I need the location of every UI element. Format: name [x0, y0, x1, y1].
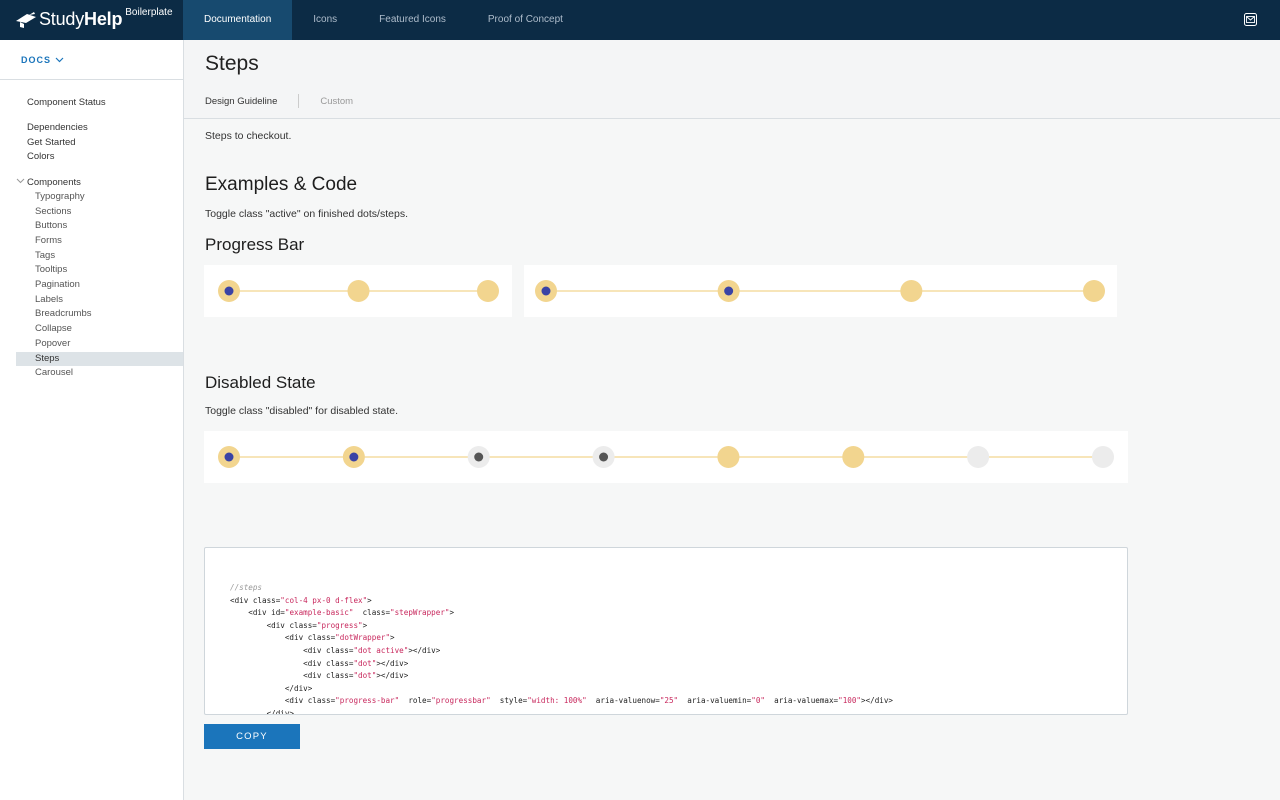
- step-dot-inactive[interactable]: [900, 280, 923, 302]
- step-dot-inactive[interactable]: [1083, 280, 1105, 302]
- sidebar-item-sections[interactable]: Sections: [35, 205, 71, 219]
- graduation-cap-icon: [16, 12, 36, 28]
- code-line: <div id="example-basic" class="stepWrapp…: [230, 608, 455, 618]
- step-dot-active[interactable]: [535, 280, 557, 302]
- sidebar-item-forms[interactable]: Forms: [35, 234, 62, 248]
- sidebar-item-breadcrumbs[interactable]: Breadcrumbs: [35, 307, 92, 321]
- step-dot-inactive[interactable]: [717, 446, 740, 468]
- sidebar-item-dependencies[interactable]: Dependencies: [27, 121, 88, 135]
- progress-example-4-steps: [524, 265, 1117, 317]
- sidebar-item-get-started[interactable]: Get Started: [27, 136, 76, 150]
- tab-proof-of-concept[interactable]: Proof of Concept: [467, 0, 584, 40]
- sidebar-item-components[interactable]: Components: [27, 176, 81, 190]
- sidebar-item-buttons[interactable]: Buttons: [35, 219, 67, 233]
- docs-sidebar: DOCS Component Status Dependencies Get S…: [0, 40, 184, 800]
- step-dot-inactive[interactable]: [477, 280, 499, 302]
- intro-text: Steps to checkout.: [205, 130, 292, 142]
- steps-progress-bar-disabled: [218, 446, 1114, 468]
- code-line: <div class="progress">: [230, 620, 368, 630]
- step-dot-active[interactable]: [218, 446, 240, 468]
- tab-custom[interactable]: Custom: [320, 96, 353, 107]
- step-dot-active[interactable]: [342, 446, 365, 468]
- sidebar-item-collapse[interactable]: Collapse: [35, 322, 72, 336]
- code-line: <div class="dot"></div>: [230, 658, 409, 668]
- sidebar-item-colors[interactable]: Colors: [27, 150, 54, 164]
- sidebar-divider: [0, 79, 183, 80]
- tab-documentation[interactable]: Documentation: [183, 0, 293, 40]
- examples-note: Toggle class "active" on finished dots/s…: [205, 208, 408, 220]
- step-dot-disabled-active[interactable]: [592, 446, 615, 468]
- code-snippet: //steps <div class="col-4 px-0 d-flex"> <…: [230, 582, 894, 715]
- tab-design-guideline[interactable]: Design Guideline: [205, 96, 277, 107]
- brand-name: StudyHelp: [39, 9, 123, 29]
- code-line: <div class="progress-bar" role="progress…: [230, 696, 894, 706]
- steps-progress-bar: [535, 280, 1105, 302]
- subtab-divider: [298, 94, 300, 108]
- content-area: Steps to checkout. Examples & Code Toggl…: [184, 119, 1280, 800]
- docs-dropdown-label: DOCS: [21, 55, 52, 65]
- sidebar-item-carousel[interactable]: Carousel: [35, 366, 73, 380]
- step-dot-disabled[interactable]: [967, 446, 990, 468]
- code-line: <div class="col-4 px-0 d-flex">: [230, 595, 372, 605]
- code-line: <div class="dot"></div>: [230, 671, 409, 681]
- sidebar-item-steps[interactable]: Steps: [16, 352, 183, 366]
- sidebar-item-labels[interactable]: Labels: [35, 293, 63, 307]
- top-navbar: StudyHelp Boilerplate Documentation Icon…: [0, 0, 1280, 40]
- code-line: <div class="dot active"></div>: [230, 645, 441, 655]
- code-line: <div class="dotWrapper">: [230, 633, 395, 643]
- chevron-down-icon: [55, 57, 64, 63]
- step-dot-disabled[interactable]: [1092, 446, 1114, 468]
- mail-icon[interactable]: [1244, 13, 1257, 26]
- step-dot-inactive[interactable]: [347, 280, 370, 302]
- step-dot-active[interactable]: [218, 280, 240, 302]
- brand-subtitle: Boilerplate: [125, 7, 173, 18]
- code-block[interactable]: //steps <div class="col-4 px-0 d-flex"> <…: [204, 547, 1128, 715]
- copy-button[interactable]: COPY: [204, 724, 300, 749]
- steps-progress-bar: [218, 280, 499, 302]
- main-nav: Documentation Icons Featured Icons Proof…: [183, 0, 584, 40]
- main-content: Steps Design Guideline Custom Steps to c…: [184, 40, 1280, 800]
- sidebar-item-typography[interactable]: Typography: [35, 190, 85, 204]
- disabled-example: [204, 431, 1128, 483]
- step-dot-disabled-active[interactable]: [467, 446, 490, 468]
- step-dot-active[interactable]: [717, 280, 740, 302]
- docs-dropdown[interactable]: DOCS: [21, 55, 64, 65]
- tab-featured-icons[interactable]: Featured Icons: [358, 0, 467, 40]
- progress-example-3-steps: [204, 265, 512, 317]
- sidebar-item-component-status[interactable]: Component Status: [27, 96, 106, 110]
- disabled-note: Toggle class "disabled" for disabled sta…: [205, 405, 399, 417]
- chevron-down-icon[interactable]: [16, 178, 25, 184]
- progress-bar-heading: Progress Bar: [205, 235, 305, 254]
- page-title: Steps: [205, 52, 259, 75]
- sidebar-item-tags[interactable]: Tags: [35, 249, 55, 263]
- sidebar-item-pagination[interactable]: Pagination: [35, 278, 80, 292]
- code-line: //steps: [230, 583, 263, 592]
- page-header: Steps Design Guideline Custom: [184, 40, 1280, 119]
- subtabs: Design Guideline Custom: [205, 94, 353, 108]
- step-dot-inactive[interactable]: [842, 446, 865, 468]
- sidebar-item-popover[interactable]: Popover: [35, 337, 70, 351]
- sidebar-item-tooltips[interactable]: Tooltips: [35, 263, 67, 277]
- brand-logo[interactable]: StudyHelp Boilerplate: [15, 6, 173, 34]
- disabled-state-heading: Disabled State: [205, 373, 316, 392]
- code-line: </div>: [230, 683, 313, 693]
- tab-icons[interactable]: Icons: [292, 0, 358, 40]
- code-line: </div>: [230, 708, 295, 715]
- examples-heading: Examples & Code: [205, 174, 358, 195]
